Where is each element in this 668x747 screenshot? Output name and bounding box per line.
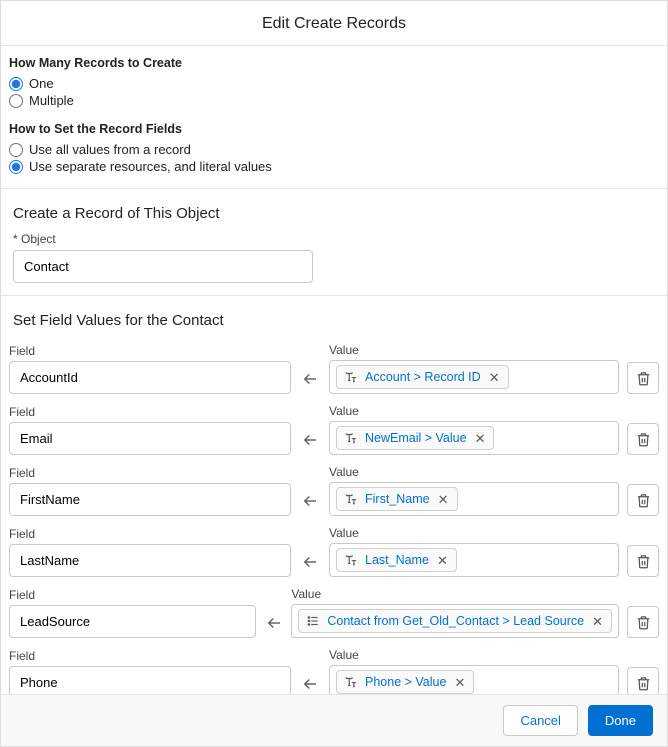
value-label: Value: [329, 343, 619, 357]
how-many-option-multiple[interactable]: Multiple: [9, 93, 659, 108]
field-input[interactable]: [9, 483, 291, 516]
text-icon: [343, 674, 359, 690]
picklist-icon: [305, 613, 321, 629]
pill-text: First_Name: [365, 492, 430, 506]
radio-all-values[interactable]: [9, 143, 23, 157]
object-section: Create a Record of This Object Object: [1, 189, 667, 295]
object-heading: Create a Record of This Object: [13, 205, 659, 222]
value-input[interactable]: First_Name ✕: [329, 482, 619, 516]
text-icon: [343, 552, 359, 568]
value-input[interactable]: Account > Record ID ✕: [329, 360, 619, 394]
value-input[interactable]: Phone > Value ✕: [329, 665, 619, 694]
field-values-section: Set Field Values for the Contact: [1, 296, 667, 343]
radio-separate-label: Use separate resources, and literal valu…: [29, 159, 272, 174]
dialog-title: Edit Create Records: [1, 1, 667, 46]
pill-text: Phone > Value: [365, 675, 446, 689]
remove-pill-icon[interactable]: ✕: [487, 371, 502, 384]
remove-pill-icon[interactable]: ✕: [452, 676, 467, 689]
value-label: Value: [329, 526, 619, 540]
arrow-left-icon: [301, 431, 319, 449]
field-input[interactable]: [9, 422, 291, 455]
value-label: Value: [329, 465, 619, 479]
object-label: Object: [13, 232, 659, 246]
text-icon: [343, 369, 359, 385]
value-label: Value: [291, 587, 619, 601]
value-label: Value: [329, 404, 619, 418]
field-label: Field: [9, 649, 291, 663]
value-pill[interactable]: Account > Record ID ✕: [336, 365, 509, 389]
arrow-left-icon: [301, 553, 319, 571]
text-icon: [343, 491, 359, 507]
delete-row-button[interactable]: [627, 423, 659, 455]
value-input[interactable]: Contact from Get_Old_Contact > Lead Sour…: [291, 604, 619, 638]
remove-pill-icon[interactable]: ✕: [473, 432, 488, 445]
radio-one[interactable]: [9, 77, 23, 91]
pill-text: Account > Record ID: [365, 370, 481, 384]
delete-row-button[interactable]: [627, 484, 659, 516]
field-label: Field: [9, 344, 291, 358]
radio-all-values-label: Use all values from a record: [29, 142, 191, 157]
pill-text: Contact from Get_Old_Contact > Lead Sour…: [327, 614, 584, 628]
field-values-heading: Set Field Values for the Contact: [13, 312, 659, 329]
arrow-left-icon: [301, 370, 319, 388]
how-many-section: How Many Records to Create One Multiple: [1, 46, 667, 122]
radio-multiple[interactable]: [9, 94, 23, 108]
field-label: Field: [9, 466, 291, 480]
remove-pill-icon[interactable]: ✕: [435, 554, 450, 567]
arrow-left-icon: [301, 675, 319, 693]
edit-create-records-dialog: Edit Create Records How Many Records to …: [0, 0, 668, 747]
remove-pill-icon[interactable]: ✕: [436, 493, 451, 506]
arrow-left-icon: [301, 492, 319, 510]
cancel-button[interactable]: Cancel: [503, 705, 577, 736]
field-label: Field: [9, 527, 291, 541]
how-set-option-separate[interactable]: Use separate resources, and literal valu…: [9, 159, 659, 174]
radio-multiple-label: Multiple: [29, 93, 74, 108]
field-input[interactable]: [9, 361, 291, 394]
pill-text: Last_Name: [365, 553, 429, 567]
pill-text: NewEmail > Value: [365, 431, 467, 445]
field-label: Field: [9, 588, 256, 602]
field-value-row: Field Value First_Name ✕: [9, 465, 659, 516]
radio-separate[interactable]: [9, 160, 23, 174]
value-input[interactable]: Last_Name ✕: [329, 543, 619, 577]
field-value-row: Field Value Contact from Get_Old_Contact >…: [9, 587, 659, 638]
delete-row-button[interactable]: [627, 606, 659, 638]
value-label: Value: [329, 648, 619, 662]
how-set-option-all[interactable]: Use all values from a record: [9, 142, 659, 157]
how-set-title: How to Set the Record Fields: [9, 122, 659, 136]
field-label: Field: [9, 405, 291, 419]
delete-row-button[interactable]: [627, 545, 659, 577]
done-button[interactable]: Done: [588, 705, 653, 736]
object-input[interactable]: [13, 250, 313, 283]
field-input[interactable]: [9, 544, 291, 577]
text-icon: [343, 430, 359, 446]
value-pill[interactable]: Last_Name ✕: [336, 548, 457, 572]
arrow-left-icon: [265, 614, 283, 632]
delete-row-button[interactable]: [627, 667, 659, 694]
how-set-section: How to Set the Record Fields Use all val…: [1, 122, 667, 188]
how-many-option-one[interactable]: One: [9, 76, 659, 91]
how-many-title: How Many Records to Create: [9, 56, 659, 70]
field-value-rows: Field Value Account > Record ID ✕ Field Valu…: [1, 343, 667, 694]
value-pill[interactable]: First_Name ✕: [336, 487, 458, 511]
value-pill[interactable]: Contact from Get_Old_Contact > Lead Sour…: [298, 609, 612, 633]
value-input[interactable]: NewEmail > Value ✕: [329, 421, 619, 455]
value-pill[interactable]: NewEmail > Value ✕: [336, 426, 494, 450]
field-input[interactable]: [9, 605, 256, 638]
delete-row-button[interactable]: [627, 362, 659, 394]
dialog-footer: Cancel Done: [1, 694, 667, 746]
remove-pill-icon[interactable]: ✕: [590, 615, 605, 628]
field-value-row: Field Value Phone > Value ✕: [9, 648, 659, 694]
field-value-row: Field Value Account > Record ID ✕: [9, 343, 659, 394]
field-input[interactable]: [9, 666, 291, 694]
field-value-row: Field Value Last_Name ✕: [9, 526, 659, 577]
radio-one-label: One: [29, 76, 54, 91]
value-pill[interactable]: Phone > Value ✕: [336, 670, 474, 694]
field-value-row: Field Value NewEmail > Value ✕: [9, 404, 659, 455]
dialog-body: How Many Records to Create One Multiple …: [1, 46, 667, 694]
